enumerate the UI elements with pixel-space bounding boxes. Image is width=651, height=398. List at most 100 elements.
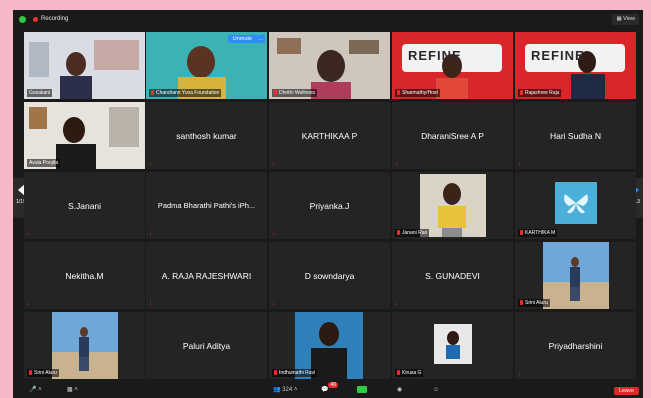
muted-mic-icon [520, 300, 523, 306]
meeting-controls-bar: 🎤 ˄ ▩ ˄ 👥 324 ˄ 💬40 ◉ ☺ Leave [13, 382, 643, 398]
muted-mic-icon [274, 90, 277, 96]
participant-display-name: Priyadharshini [548, 340, 603, 351]
video-tile[interactable]: Kirusa G [392, 312, 513, 379]
record-button[interactable]: ◉ [397, 386, 402, 395]
mute-button[interactable]: 🎤 ˄ [29, 386, 42, 395]
share-screen-icon [357, 386, 367, 393]
muted-mic-icon: ↓ [27, 231, 30, 237]
muted-mic-icon: ↓ [27, 301, 30, 307]
video-grid: Gosakani Unmute ... Chandrans Yuva Found… [24, 32, 636, 382]
participant-name: Kirusa G [395, 369, 424, 377]
chat-badge: 40 [328, 382, 339, 388]
video-tile[interactable]: KARTHIKA M [515, 172, 636, 239]
video-tile[interactable]: Avula Poojita [24, 102, 145, 169]
video-tile[interactable]: D sowndarya ↓ [269, 242, 390, 309]
reactions-button[interactable]: ☺ [433, 386, 439, 395]
chevron-up-icon[interactable]: ˄ [294, 387, 298, 393]
muted-mic-icon [520, 230, 523, 236]
participant-display-name: Padma Bharathi Pathi's iPh... [157, 201, 256, 210]
security-shield-icon[interactable] [19, 16, 26, 23]
muted-mic-icon [397, 370, 400, 376]
muted-mic-icon: ↓ [518, 161, 521, 167]
muted-mic-icon [520, 90, 523, 96]
participant-name: Gosakani [27, 89, 53, 97]
video-tile[interactable]: DharaniSree A P ↓ [392, 102, 513, 169]
refine-banner-text: REFINE [531, 48, 585, 63]
video-tile[interactable]: Hari Sudha N ↓ [515, 102, 636, 169]
participant-name: Srini Aluru [27, 369, 59, 377]
recording-dot-icon [33, 17, 38, 22]
share-screen-button[interactable] [357, 386, 367, 395]
video-tile[interactable]: REFINE Sharmathy/Host [392, 32, 513, 99]
participant-display-name: S. GUNADEVI [425, 270, 480, 281]
participant-name-text: Srini Aluru [34, 370, 57, 376]
muted-mic-icon [29, 370, 32, 376]
muted-mic-icon: ↓ [518, 371, 521, 377]
chevron-up-icon[interactable]: ˄ [74, 387, 78, 393]
participant-name-text: Sharmathy/Host [402, 90, 438, 96]
video-tile[interactable]: Padma Bharathi Pathi's iPh... ↓ [146, 172, 267, 239]
participant-display-name: santhosh kumar [176, 130, 237, 141]
muted-mic-icon: ↓ [149, 161, 152, 167]
unmute-button[interactable]: Unmute [227, 35, 257, 43]
participant-name-text: Dhrithi Wellness [279, 90, 316, 96]
refine-banner-text: REFINE [408, 48, 462, 63]
video-tile[interactable]: A. RAJA RAJESHWARI ↓ [146, 242, 267, 309]
leave-button[interactable]: Leave [614, 387, 639, 395]
muted-mic-icon: ↓ [272, 231, 275, 237]
muted-mic-icon [274, 370, 277, 376]
reactions-icon: ☺ [433, 387, 440, 393]
muted-mic-icon: ↓ [395, 301, 398, 307]
video-tile[interactable]: KARTHIKAA P ↓ [269, 102, 390, 169]
participant-name: Sharmathy/Host [395, 89, 440, 97]
video-camera-icon: ▩ [67, 387, 73, 393]
participant-name: Indhumathi Ravi [272, 369, 318, 377]
participants-button[interactable]: 👥 324 ˄ [273, 386, 297, 395]
video-tile[interactable]: S.Janani ↓ [24, 172, 145, 239]
participant-display-name: S.Janani [67, 200, 102, 211]
participant-display-name: Priyanka.J [309, 200, 350, 211]
chevron-up-icon[interactable]: ˄ [38, 387, 42, 393]
participant-name-text: Srini Aluru [525, 300, 548, 306]
chat-button[interactable]: 💬40 [321, 382, 339, 395]
video-tile[interactable]: REFINE Rajashree Raju [515, 32, 636, 99]
participant-display-name: Hari Sudha N [549, 130, 602, 141]
participant-name: Dhrithi Wellness [272, 89, 318, 97]
participant-name-text: Rajashree Raju [525, 90, 560, 96]
participant-display-name: KARTHIKAA P [301, 130, 358, 141]
video-tile[interactable]: Unmute ... Chandrans Yuva Foundation [146, 32, 267, 99]
view-button[interactable]: ▦ View [612, 14, 639, 25]
video-tile[interactable]: Paluri Aditya [146, 312, 267, 379]
record-icon: ◉ [397, 387, 403, 393]
video-tile[interactable]: Srini Aluru [24, 312, 145, 379]
participant-name-text: Kirusa G [402, 370, 422, 376]
participant-name: Srini Aluru [518, 299, 550, 307]
video-tile[interactable]: Nekitha.M ↓ [24, 242, 145, 309]
participants-icon: 👥 [273, 387, 281, 393]
video-tile[interactable]: Priyadharshini ↓ [515, 312, 636, 379]
video-tile[interactable]: santhosh kumar ↓ [146, 102, 267, 169]
video-tile[interactable]: Janani Rao [392, 172, 513, 239]
video-tile[interactable]: Priyanka.J ↓ [269, 172, 390, 239]
video-tile[interactable]: Gosakani [24, 32, 145, 99]
chat-icon: 💬 [321, 387, 329, 393]
muted-mic-icon: ↓ [149, 301, 152, 307]
video-tile[interactable]: Srini Aluru [515, 242, 636, 309]
participant-name: Janani Rao [395, 229, 430, 237]
video-tile[interactable]: S. GUNADEVI ↓ [392, 242, 513, 309]
participant-name-text: Janani Rao [402, 230, 428, 236]
muted-mic-icon [397, 230, 400, 236]
participant-display-name: Nekitha.M [65, 270, 104, 281]
participant-display-name: D sowndarya [304, 270, 355, 281]
muted-mic-icon: ↓ [395, 161, 398, 167]
participant-name: KARTHIKA M [518, 229, 558, 237]
video-tile[interactable]: Dhrithi Wellness [269, 32, 390, 99]
view-label: View [623, 16, 635, 22]
video-button[interactable]: ▩ ˄ [67, 386, 78, 395]
participant-name: Rajashree Raju [518, 89, 562, 97]
video-tile[interactable]: Indhumathi Ravi [269, 312, 390, 379]
muted-mic-icon [397, 90, 400, 96]
more-options-button[interactable]: ... [256, 35, 265, 43]
recording-label: Recording [41, 16, 69, 22]
participant-name-text: Indhumathi Ravi [279, 370, 316, 376]
